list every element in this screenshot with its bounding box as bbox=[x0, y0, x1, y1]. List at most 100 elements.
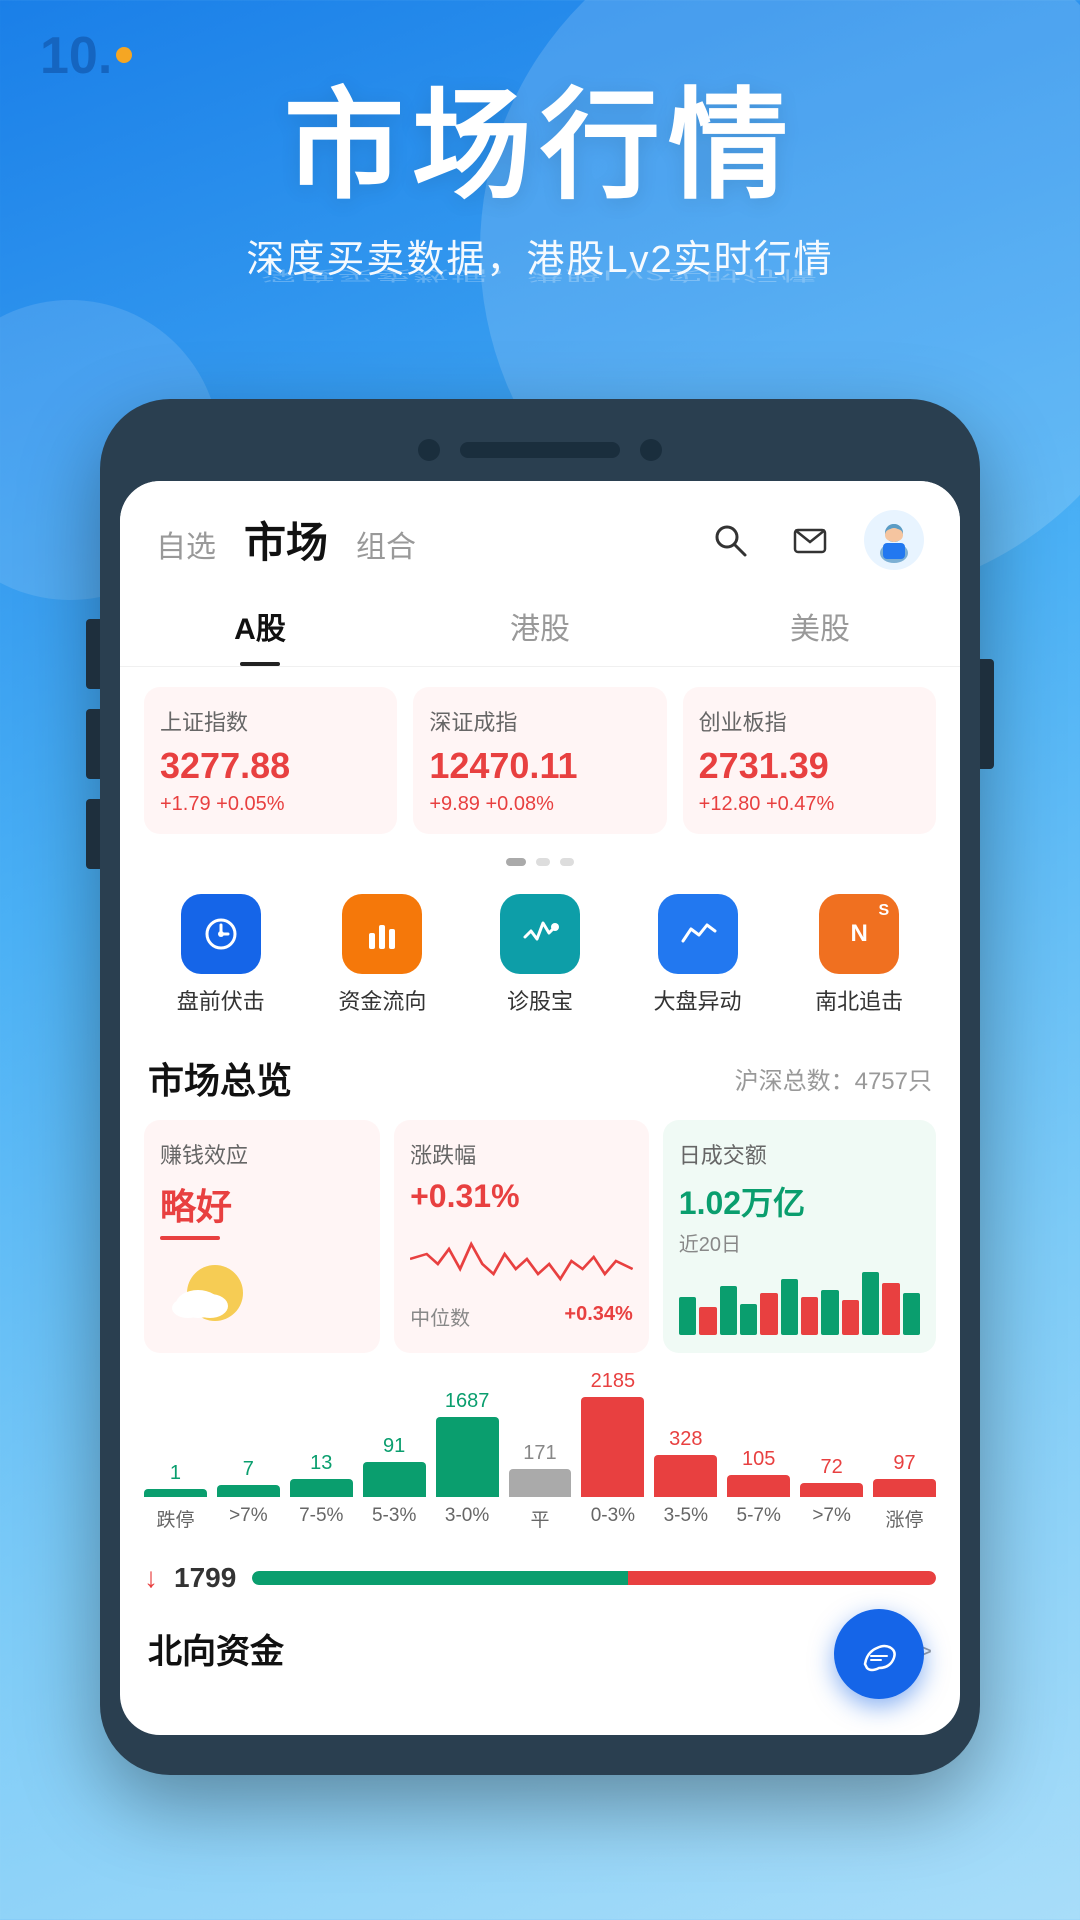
dist-val-9: 72 bbox=[820, 1456, 842, 1479]
vol-bar-2 bbox=[699, 1307, 716, 1335]
tab-portfolio[interactable]: 组合 bbox=[356, 522, 416, 566]
market-overview-title: 市场总览 bbox=[148, 1052, 292, 1104]
capital-label: 资金流向 bbox=[338, 984, 426, 1016]
dist-bars: 1 7 13 91 bbox=[144, 1377, 936, 1497]
speaker bbox=[460, 442, 620, 458]
search-icon[interactable] bbox=[704, 514, 756, 566]
menu-item-diagnosis[interactable]: 诊股宝 bbox=[500, 894, 580, 1016]
dist-col-8: 105 bbox=[727, 1448, 790, 1497]
amplitude-value: +0.31% bbox=[410, 1178, 633, 1215]
fab-button[interactable] bbox=[834, 1609, 924, 1699]
dist-col-3: 91 bbox=[363, 1435, 426, 1497]
volume-value: 1.02万亿 bbox=[679, 1178, 920, 1224]
dist-val-7: 328 bbox=[669, 1428, 702, 1451]
dist-labels: 跌停 >7% 7-5% 5-3% 3-0% 平 0-3% 3-5% 5-7% >… bbox=[144, 1505, 936, 1532]
market-overview-header: 市场总览 沪深总数：4757只 bbox=[120, 1036, 960, 1112]
dist-bar-1 bbox=[217, 1485, 280, 1497]
tab-us-stocks[interactable]: 美股 bbox=[680, 586, 960, 666]
diagnosis-label: 诊股宝 bbox=[507, 984, 573, 1016]
dist-label-2: 7-5% bbox=[290, 1505, 353, 1532]
index-card-chinext[interactable]: 创业板指 2731.39 +12.80 +0.47% bbox=[683, 687, 936, 834]
progress-fill bbox=[252, 1571, 936, 1585]
index-name-shenzhen: 深证成指 bbox=[429, 705, 650, 737]
bigmarket-icon bbox=[658, 894, 738, 974]
volume-bars bbox=[679, 1265, 920, 1335]
dot-2 bbox=[536, 858, 550, 866]
dot-1 bbox=[506, 858, 526, 866]
vol-bar-5 bbox=[760, 1293, 777, 1335]
vol-bar-6 bbox=[781, 1279, 798, 1335]
amplitude-card[interactable]: 涨跌幅 +0.31% 中位数 +0.34% bbox=[394, 1120, 649, 1353]
vol-bar-4 bbox=[740, 1304, 757, 1336]
menu-item-bigmarket[interactable]: 大盘异动 bbox=[654, 894, 742, 1016]
index-value-chinext: 2731.39 bbox=[699, 745, 920, 787]
distribution-chart: 1 7 13 91 bbox=[120, 1369, 960, 1548]
dot-3 bbox=[560, 858, 574, 866]
vol-bar-10 bbox=[862, 1272, 879, 1335]
vol-bar-8 bbox=[821, 1290, 838, 1336]
index-name-shanghai: 上证指数 bbox=[160, 705, 381, 737]
dist-label-6: 0-3% bbox=[581, 1505, 644, 1532]
sun-weather-icon bbox=[160, 1248, 364, 1333]
dist-val-6: 2185 bbox=[591, 1370, 636, 1393]
tab-watchlist[interactable]: 自选 bbox=[156, 522, 216, 566]
dist-col-1: 7 bbox=[217, 1458, 280, 1497]
dist-val-5: 171 bbox=[523, 1442, 556, 1465]
dist-label-0: 跌停 bbox=[144, 1505, 207, 1532]
dist-col-9: 72 bbox=[800, 1456, 863, 1497]
vol-bar-12 bbox=[903, 1293, 920, 1335]
pagination-dots bbox=[120, 858, 960, 866]
bottom-progress-bar: ↓ 1799 bbox=[120, 1548, 960, 1608]
tab-a-stocks[interactable]: A股 bbox=[120, 586, 400, 666]
bigmarket-label: 大盘异动 bbox=[654, 984, 742, 1016]
camera-icon bbox=[418, 439, 440, 461]
market-overview-subtitle: 沪深总数：4757只 bbox=[735, 1061, 932, 1096]
dist-val-8: 105 bbox=[742, 1448, 775, 1471]
hero-title: 市场行情 bbox=[0, 80, 1080, 212]
north-label: 南北追击 bbox=[815, 984, 903, 1016]
index-change-shenzhen: +9.89 +0.08% bbox=[429, 793, 650, 816]
dist-val-0: 1 bbox=[170, 1462, 181, 1485]
dist-bar-8 bbox=[727, 1475, 790, 1497]
money-effect-value: 略好 bbox=[160, 1178, 364, 1230]
index-card-shanghai[interactable]: 上证指数 3277.88 +1.79 +0.05% bbox=[144, 687, 397, 834]
vol-bar-9 bbox=[842, 1300, 859, 1335]
diagnosis-icon bbox=[500, 894, 580, 974]
dist-label-10: 涨停 bbox=[873, 1505, 936, 1532]
index-card-shenzhen[interactable]: 深证成指 12470.11 +9.89 +0.08% bbox=[413, 687, 666, 834]
dist-col-7: 328 bbox=[654, 1428, 717, 1497]
dist-col-6: 2185 bbox=[581, 1370, 644, 1497]
app-header: 自选 市场 组合 bbox=[120, 481, 960, 570]
dist-label-7: 3-5% bbox=[654, 1505, 717, 1532]
user-avatar[interactable] bbox=[864, 510, 924, 570]
dist-val-1: 7 bbox=[243, 1458, 254, 1481]
volume-card[interactable]: 日成交额 1.02万亿 近20日 bbox=[663, 1120, 936, 1353]
tab-hk-stocks[interactable]: 港股 bbox=[400, 586, 680, 666]
dist-label-3: 5-3% bbox=[363, 1505, 426, 1532]
amplitude-chart bbox=[410, 1219, 633, 1289]
menu-item-panqian[interactable]: 盘前伏击 bbox=[177, 894, 265, 1016]
index-value-shenzhen: 12470.11 bbox=[429, 745, 650, 787]
dist-val-2: 13 bbox=[310, 1452, 332, 1475]
dist-bar-9 bbox=[800, 1483, 863, 1497]
dist-col-0: 1 bbox=[144, 1462, 207, 1497]
secondary-tabs: A股 港股 美股 bbox=[120, 586, 960, 667]
tab-market[interactable]: 市场 bbox=[244, 509, 328, 570]
index-value-shanghai: 3277.88 bbox=[160, 745, 381, 787]
dist-bar-10 bbox=[873, 1479, 936, 1497]
money-effect-card[interactable]: 赚钱效应 略好 bbox=[144, 1120, 380, 1353]
menu-item-north[interactable]: N S 南北追击 bbox=[815, 894, 903, 1016]
phone-frame: 自选 市场 组合 bbox=[100, 399, 980, 1775]
menu-item-capital[interactable]: 资金流向 bbox=[338, 894, 426, 1016]
dist-val-10: 97 bbox=[893, 1452, 915, 1475]
amplitude-sublabel: 中位数 bbox=[410, 1302, 470, 1331]
header-icons bbox=[704, 510, 924, 570]
volume-sublabel: 近20日 bbox=[679, 1228, 920, 1257]
mail-icon[interactable] bbox=[784, 514, 836, 566]
overview-cards: 赚钱效应 略好 bbox=[120, 1112, 960, 1369]
dist-label-9: >7% bbox=[800, 1505, 863, 1532]
dist-col-2: 13 bbox=[290, 1452, 353, 1497]
north-capital-title: 北向资金 bbox=[148, 1624, 284, 1673]
dist-col-5: 171 bbox=[509, 1442, 572, 1497]
vol-bar-11 bbox=[882, 1283, 899, 1336]
